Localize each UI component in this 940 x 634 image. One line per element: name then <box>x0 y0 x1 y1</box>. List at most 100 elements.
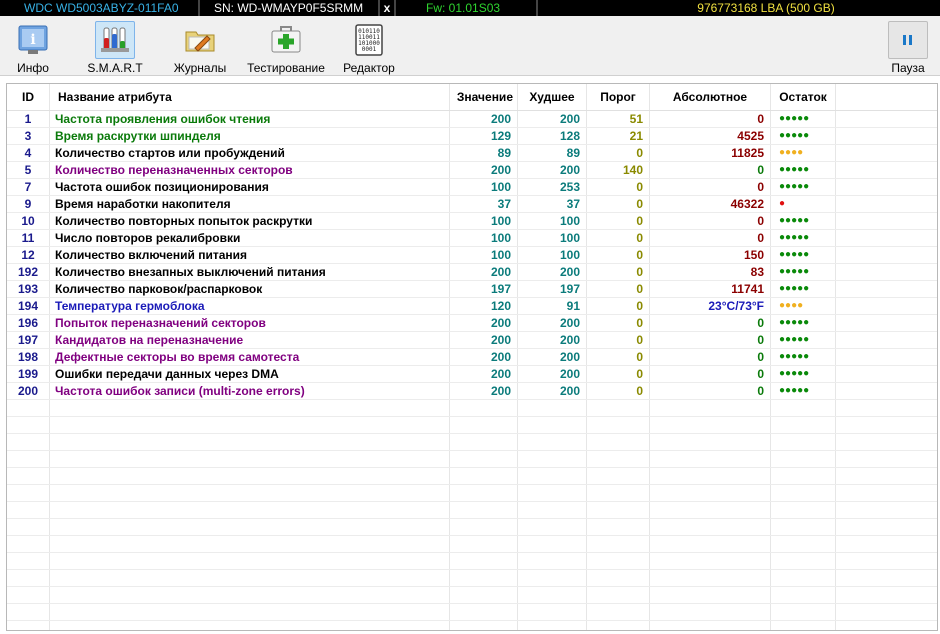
row-filler <box>836 332 937 348</box>
cell-raw: 0 <box>650 315 771 331</box>
header-id[interactable]: ID <box>7 84 50 110</box>
empty-cell <box>771 536 836 552</box>
empty-cell <box>50 519 450 535</box>
empty-cell <box>450 485 518 501</box>
empty-cell <box>771 553 836 569</box>
cell-remaining: ●●●●● <box>771 281 836 297</box>
empty-cell <box>836 553 937 569</box>
cell-value: 100 <box>450 213 518 229</box>
table-row[interactable]: 9 Время наработки накопителя 37 37 0 46322 ● <box>7 196 937 213</box>
header-filler <box>836 84 937 110</box>
table-row[interactable]: 192 Количество внезапных выключений питан… <box>7 264 937 281</box>
empty-cell <box>450 502 518 518</box>
logs-label: Журналы <box>173 61 227 75</box>
table-row[interactable]: 196 Попыток переназначений секторов 200 200… <box>7 315 937 332</box>
testing-button[interactable]: Тестирование <box>244 16 328 74</box>
empty-cell <box>518 570 587 586</box>
empty-cell <box>650 553 771 569</box>
header-value[interactable]: Значение <box>450 84 518 110</box>
cell-raw: 11741 <box>650 281 771 297</box>
header-worst[interactable]: Худшее <box>518 84 587 110</box>
empty-cell <box>587 553 650 569</box>
row-filler <box>836 111 937 127</box>
table-row[interactable]: 194 Температура гермоблока 120 91 0 23°C/73°F… <box>7 298 937 315</box>
empty-cell <box>7 485 50 501</box>
empty-cell <box>836 621 937 630</box>
table-row[interactable]: 197 Кандидатов на переназначение 200 200 0 0 ●… <box>7 332 937 349</box>
logs-button[interactable]: Журналы <box>168 16 232 74</box>
header-name[interactable]: Название атрибута <box>50 84 450 110</box>
header-threshold[interactable]: Порог <box>587 84 650 110</box>
header-remaining[interactable]: Остаток <box>771 84 836 110</box>
empty-cell <box>650 587 771 603</box>
header-raw[interactable]: Абсолютное <box>650 84 771 110</box>
cell-raw: 4525 <box>650 128 771 144</box>
cell-value: 200 <box>450 264 518 280</box>
empty-cell <box>587 587 650 603</box>
empty-cell <box>518 417 587 433</box>
cell-worst: 200 <box>518 366 587 382</box>
table-row[interactable]: 10 Количество повторных попыток раскрутки… <box>7 213 937 230</box>
pause-button[interactable]: Пауза <box>882 16 934 74</box>
empty-cell <box>587 502 650 518</box>
cell-remaining: ●●●● <box>771 145 836 161</box>
table-row[interactable]: 200 Частота ошибок записи (multi-zone err… <box>7 383 937 400</box>
empty-cell <box>50 434 450 450</box>
cell-raw: 0 <box>650 230 771 246</box>
empty-cell <box>771 621 836 630</box>
table-row[interactable]: 199 Ошибки передачи данных через DMA 200 20… <box>7 366 937 383</box>
empty-cell <box>50 587 450 603</box>
empty-cell <box>771 451 836 467</box>
empty-cell <box>7 621 50 630</box>
cell-worst: 100 <box>518 230 587 246</box>
table-row[interactable]: 193 Количество парковок/распарковок 197 197… <box>7 281 937 298</box>
empty-cell <box>450 570 518 586</box>
cell-name: Количество стартов или пробуждений <box>50 145 450 161</box>
cell-worst: 91 <box>518 298 587 314</box>
cell-remaining: ●●●●● <box>771 366 836 382</box>
cell-remaining: ●●●●● <box>771 383 836 399</box>
empty-row <box>7 502 937 519</box>
empty-cell <box>518 451 587 467</box>
empty-cell <box>650 519 771 535</box>
testing-label: Тестирование <box>247 61 325 75</box>
table-row[interactable]: 1 Частота проявления ошибок чтения 200 200 5… <box>7 111 937 128</box>
table-row[interactable]: 5 Количество переназначенных секторов 200 2… <box>7 162 937 179</box>
row-filler <box>836 366 937 382</box>
smart-grid: ID Название атрибута Значение Худшее Пор… <box>7 84 937 630</box>
empty-cell <box>836 485 937 501</box>
empty-cell <box>771 485 836 501</box>
cell-remaining: ●●●●● <box>771 349 836 365</box>
cell-worst: 197 <box>518 281 587 297</box>
table-row[interactable]: 7 Частота ошибок позиционирования 100 253 0 0… <box>7 179 937 196</box>
empty-row <box>7 485 937 502</box>
cell-worst: 200 <box>518 383 587 399</box>
table-row[interactable]: 198 Дефектные секторы во время самотеста 2… <box>7 349 937 366</box>
cell-threshold: 0 <box>587 281 650 297</box>
cell-id: 197 <box>7 332 50 348</box>
smart-button[interactable]: S.M.A.R.T <box>84 16 146 74</box>
empty-cell <box>650 536 771 552</box>
cell-worst: 200 <box>518 315 587 331</box>
main-toolbar: i Инфо S.M.A.R.T Журналы Тестирование 01… <box>0 16 940 76</box>
table-row[interactable]: 4 Количество стартов или пробуждений 89 89 0… <box>7 145 937 162</box>
cell-name: Количество включений питания <box>50 247 450 263</box>
cell-worst: 100 <box>518 247 587 263</box>
editor-button[interactable]: 010110 110011 101000 0001 Редактор <box>338 16 400 74</box>
empty-cell <box>50 451 450 467</box>
table-row[interactable]: 3 Время раскрутки шпинделя 129 128 21 4525 ●●●… <box>7 128 937 145</box>
table-row[interactable]: 11 Число повторов рекалибровки 100 100 0 0 ●●●… <box>7 230 937 247</box>
close-drive-button[interactable]: x <box>380 0 396 16</box>
smart-attributes-table[interactable]: ID Название атрибута Значение Худшее Пор… <box>6 83 938 631</box>
row-filler <box>836 179 937 195</box>
empty-cell <box>587 400 650 416</box>
info-button[interactable]: i Инфо <box>6 16 60 74</box>
cell-threshold: 140 <box>587 162 650 178</box>
table-row[interactable]: 12 Количество включений питания 100 100 0 150… <box>7 247 937 264</box>
cell-name: Частота проявления ошибок чтения <box>50 111 450 127</box>
empty-cell <box>587 536 650 552</box>
cell-remaining: ●●●●● <box>771 247 836 263</box>
drive-info-bar: WDC WD5003ABYZ-011FA0 SN: WD-WMAYP0F5SRM… <box>0 0 940 16</box>
cell-threshold: 0 <box>587 315 650 331</box>
empty-cell <box>50 604 450 620</box>
